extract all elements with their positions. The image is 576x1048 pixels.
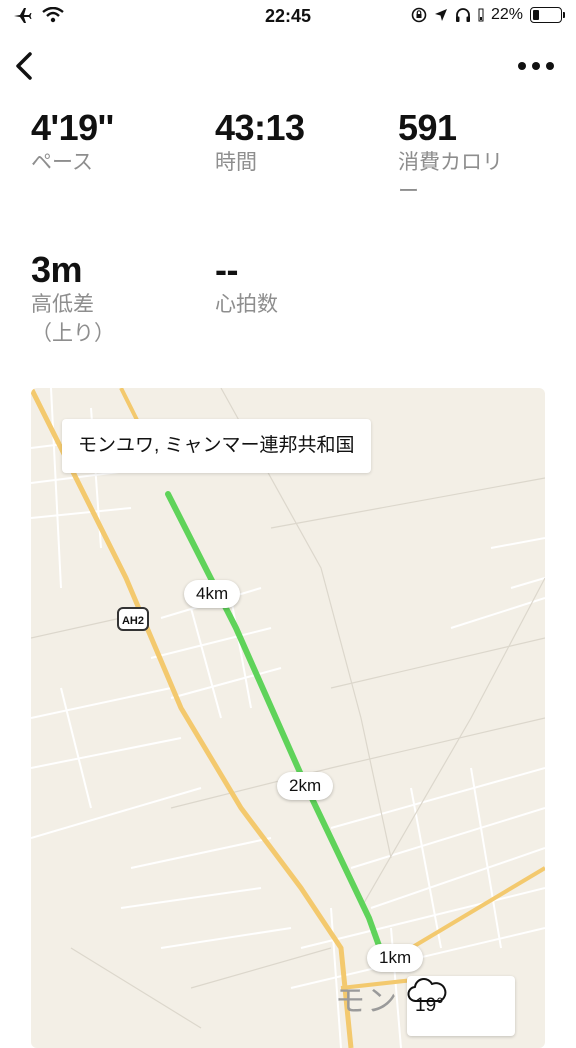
elevation-metric: 3m 高低差 （上り） <box>31 250 115 348</box>
elevation-label: 高低差 （上り） <box>31 293 115 345</box>
unpaved-roads <box>31 388 545 1029</box>
map-canvas <box>31 388 545 1048</box>
more-options-button[interactable] <box>516 56 556 76</box>
highway-road <box>31 388 354 1048</box>
pace-label: ペース <box>31 151 93 174</box>
ellipsis-icon <box>532 62 540 70</box>
navigation-bar <box>0 40 576 90</box>
time-value: 43:13 <box>215 107 305 148</box>
km-marker-2: 2km <box>277 772 334 800</box>
ellipsis-icon <box>518 62 526 70</box>
headphones-icon <box>455 8 470 22</box>
pace-metric: 4'19'' ペース <box>31 108 114 177</box>
status-right: 22% <box>411 6 565 24</box>
road-shield: AH2 <box>117 607 149 631</box>
calories-value: 591 <box>398 107 457 148</box>
pace-value: 4'19'' <box>31 107 114 148</box>
town-label: モン <box>335 985 399 1018</box>
location-label: モンユワ, ミャンマー連邦共和国 <box>62 419 371 473</box>
secondary-road <box>409 866 545 950</box>
calories-metric: 591 消費カロリ ー <box>398 108 503 206</box>
chevron-left-icon <box>16 52 32 80</box>
battery-percent: 22% <box>490 6 523 23</box>
km-marker-4: 4km <box>184 580 241 608</box>
back-button[interactable] <box>8 46 44 86</box>
ellipsis-icon <box>546 62 554 70</box>
heart-rate-metric: -- 心拍数 <box>215 250 278 319</box>
calories-label: 消費カロリ ー <box>398 151 503 203</box>
location-arrow-icon <box>434 9 447 21</box>
heart-rate-value: -- <box>215 249 238 290</box>
battery-icon <box>530 7 565 23</box>
km-marker-1: 1km <box>367 944 424 972</box>
cloud-icon <box>407 978 447 1002</box>
weather-widget: 19° <box>407 976 515 1036</box>
minor-streets <box>31 388 545 1048</box>
battery-small-icon <box>478 8 484 22</box>
time-label: 時間 <box>215 151 257 174</box>
time-metric: 43:13 時間 <box>215 108 305 177</box>
orientation-lock-icon <box>411 7 427 23</box>
status-bar: 22:45 22% <box>0 0 576 34</box>
route-map[interactable]: モンユワ, ミャンマー連邦共和国 4km 2km 1km AH2 モン 19° <box>31 388 545 1048</box>
heart-rate-label: 心拍数 <box>215 293 278 316</box>
elevation-value: 3m <box>31 249 83 290</box>
